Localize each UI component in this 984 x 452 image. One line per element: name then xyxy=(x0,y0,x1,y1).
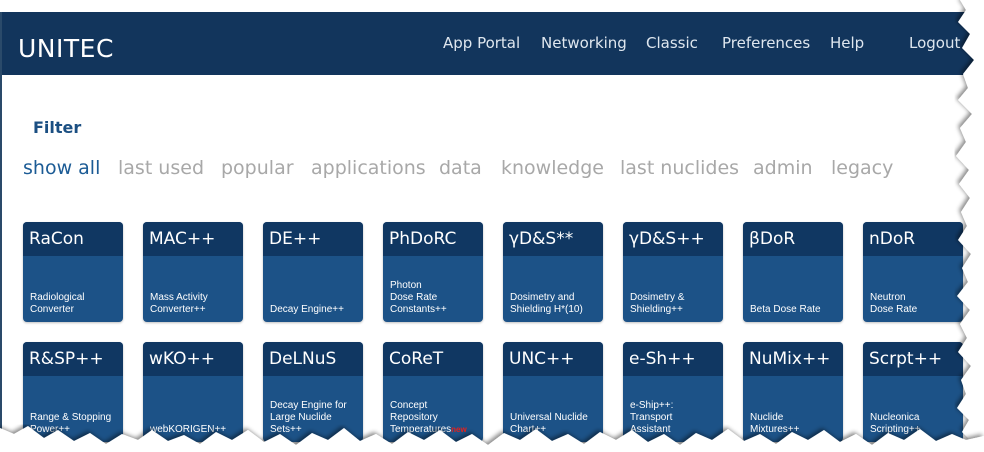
tile-description: Dosimetry & Shielding++ xyxy=(630,292,685,315)
app-tile-mac[interactable]: MAC++ Mass Activity Converter++ xyxy=(143,222,243,322)
app-tile-racon[interactable]: RaCon Radiological Converter xyxy=(23,222,123,322)
tile-title: γD&S** xyxy=(509,229,574,249)
app-tile-rsp[interactable]: R&SP++ Range & Stopping Power++ xyxy=(23,342,123,442)
tile-description: Neutron Dose Rate xyxy=(870,292,918,315)
tile-description: Range & Stopping Power++ xyxy=(30,412,112,435)
app-tile-phdorc[interactable]: PhDoRC Photon Dose Rate Constants++ xyxy=(383,222,483,322)
tile-title: RaCon xyxy=(29,229,84,249)
tile-description: Nucleonica Scripting++ xyxy=(870,412,921,435)
window-left-border xyxy=(0,12,2,452)
tile-description: Concept Repository Temperaturesnew xyxy=(390,400,479,436)
nav-app-portal[interactable]: App Portal xyxy=(443,34,520,52)
tile-title: UNC++ xyxy=(509,349,575,369)
app-tile-gds-h10[interactable]: γD&S** Dosimetry and Shielding H*(10) xyxy=(503,222,603,322)
tile-title: e-Sh++ xyxy=(629,349,696,369)
tile-title: Scrpt++ xyxy=(869,349,943,369)
filter-last-nuclides[interactable]: last nuclides xyxy=(620,157,739,179)
nav-preferences[interactable]: Preferences xyxy=(722,34,810,52)
app-tile-bdor[interactable]: βDoR Beta Dose Rate xyxy=(743,222,843,322)
tile-description: Radiological Converter xyxy=(30,292,85,315)
app-window: UNITEC App Portal Networking Classic Pre… xyxy=(0,0,984,452)
filter-title: Filter xyxy=(33,118,82,137)
app-tile-ndor[interactable]: nDoR Neutron Dose Rate xyxy=(863,222,963,322)
app-tile-unc[interactable]: UNC++ Universal Nuclide Chart++ xyxy=(503,342,603,442)
tile-title: MAC++ xyxy=(149,229,216,249)
filter-applications[interactable]: applications xyxy=(311,157,426,179)
app-logo[interactable]: UNITEC xyxy=(18,34,114,63)
nav-networking[interactable]: Networking xyxy=(541,34,627,52)
tile-title: R&SP++ xyxy=(29,349,104,369)
filter-knowledge[interactable]: knowledge xyxy=(501,157,604,179)
filter-popular[interactable]: popular xyxy=(221,157,294,179)
filter-admin[interactable]: admin xyxy=(753,157,813,179)
app-tile-gds[interactable]: γD&S++ Dosimetry & Shielding++ xyxy=(623,222,723,322)
filter-legacy[interactable]: legacy xyxy=(831,157,893,179)
nav-logout[interactable]: Logout xyxy=(909,34,960,52)
tile-description: e-Ship++: Transport Assistant xyxy=(630,400,674,435)
app-tile-wko[interactable]: wKO++ webKORIGEN++ xyxy=(143,342,243,442)
tile-description: Mass Activity Converter++ xyxy=(150,292,208,315)
tile-description: Photon Dose Rate Constants++ xyxy=(390,280,447,315)
tile-description: Beta Dose Rate xyxy=(750,304,821,315)
tile-title: βDoR xyxy=(749,229,796,249)
filter-last-used[interactable]: last used xyxy=(118,157,204,179)
nav-classic[interactable]: Classic xyxy=(646,34,698,52)
top-navbar: UNITEC App Portal Networking Classic Pre… xyxy=(0,12,984,75)
filter-show-all[interactable]: show all xyxy=(23,157,100,179)
tile-title: PhDoRC xyxy=(389,229,457,249)
app-tile-esh[interactable]: e-Sh++ e-Ship++: Transport Assistant xyxy=(623,342,723,442)
tile-description: Nuclide Mixtures++ xyxy=(750,412,800,435)
tile-title: nDoR xyxy=(869,229,916,249)
app-tile-coret[interactable]: CoReT Concept Repository Temperaturesnew xyxy=(383,342,483,442)
tile-title: NuMix++ xyxy=(749,349,831,369)
new-badge: new xyxy=(451,425,467,434)
tile-title: CoReT xyxy=(389,349,444,369)
tile-description: Dosimetry and Shielding H*(10) xyxy=(510,292,583,315)
tile-description: Decay Engine++ xyxy=(270,304,344,315)
filter-data[interactable]: data xyxy=(439,157,482,179)
tile-title: DeLNuS xyxy=(269,349,337,369)
tile-description-text: Concept Repository Temperatures xyxy=(390,400,452,435)
tile-description: Decay Engine for Large Nuclide Sets++ xyxy=(270,400,347,435)
app-tile-scrpt[interactable]: Scrpt++ Nucleonica Scripting++ xyxy=(863,342,963,442)
tile-description: webKORIGEN++ xyxy=(150,424,227,435)
tile-title: wKO++ xyxy=(149,349,215,369)
app-tile-numix[interactable]: NuMix++ Nuclide Mixtures++ xyxy=(743,342,843,442)
tile-title: γD&S++ xyxy=(629,229,705,249)
app-tile-de[interactable]: DE++ Decay Engine++ xyxy=(263,222,363,322)
app-tile-delnus[interactable]: DeLNuS Decay Engine for Large Nuclide Se… xyxy=(263,342,363,442)
nav-help[interactable]: Help xyxy=(830,34,864,52)
tile-description: Universal Nuclide Chart++ xyxy=(510,412,588,435)
tile-title: DE++ xyxy=(269,229,322,249)
